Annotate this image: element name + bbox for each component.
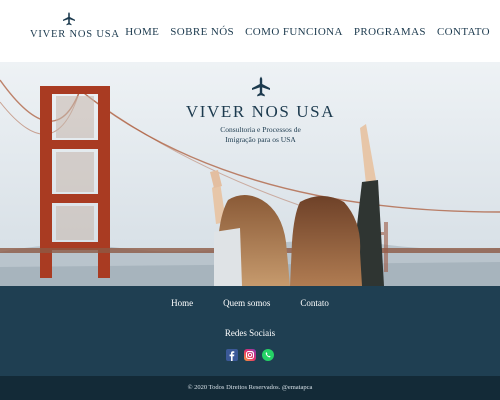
- nav-contato[interactable]: CONTATO: [437, 26, 490, 38]
- site-footer: Home Quem somos Contato Redes Sociais: [0, 286, 500, 376]
- site-header: VIVER NOS USA HOME SOBRE NÓS COMO FUNCIO…: [0, 0, 500, 62]
- hero-subtitle: Consultoria e Processos de Imigração par…: [220, 125, 301, 144]
- airplane-icon: [63, 12, 75, 26]
- facebook-icon[interactable]: [226, 348, 238, 361]
- airplane-icon: [251, 76, 270, 97]
- nav-como-funciona[interactable]: COMO FUNCIONA: [245, 26, 343, 38]
- main-nav: HOME SOBRE NÓS COMO FUNCIONA PROGRAMAS C…: [125, 26, 490, 38]
- footer-link-quem-somos[interactable]: Quem somos: [223, 298, 270, 308]
- hero-brand: VIVER NOS USA Consultoria e Processos de…: [178, 76, 343, 144]
- nav-programas[interactable]: PROGRAMAS: [354, 26, 426, 38]
- hero-banner: VIVER NOS USA Consultoria e Processos de…: [0, 62, 500, 286]
- footer-link-contato[interactable]: Contato: [300, 298, 329, 308]
- footer-nav: Home Quem somos Contato: [0, 298, 500, 308]
- nav-sobre-nos[interactable]: SOBRE NÓS: [170, 26, 234, 38]
- copyright-bar: © 2020 Todos Direitos Reservados. @emata…: [0, 376, 500, 400]
- nav-home[interactable]: HOME: [125, 26, 159, 38]
- social-links: [0, 348, 500, 361]
- instagram-icon[interactable]: [244, 348, 256, 361]
- footer-link-home[interactable]: Home: [171, 298, 193, 308]
- social-title: Redes Sociais: [224, 328, 276, 338]
- whatsapp-icon[interactable]: [262, 348, 274, 361]
- header-logo[interactable]: VIVER NOS USA: [30, 12, 120, 40]
- hero-title: VIVER NOS USA: [185, 102, 336, 121]
- copyright-text: © 2020 Todos Direitos Reservados. @emata…: [187, 384, 313, 391]
- header-logo-text: VIVER NOS USA: [30, 29, 120, 40]
